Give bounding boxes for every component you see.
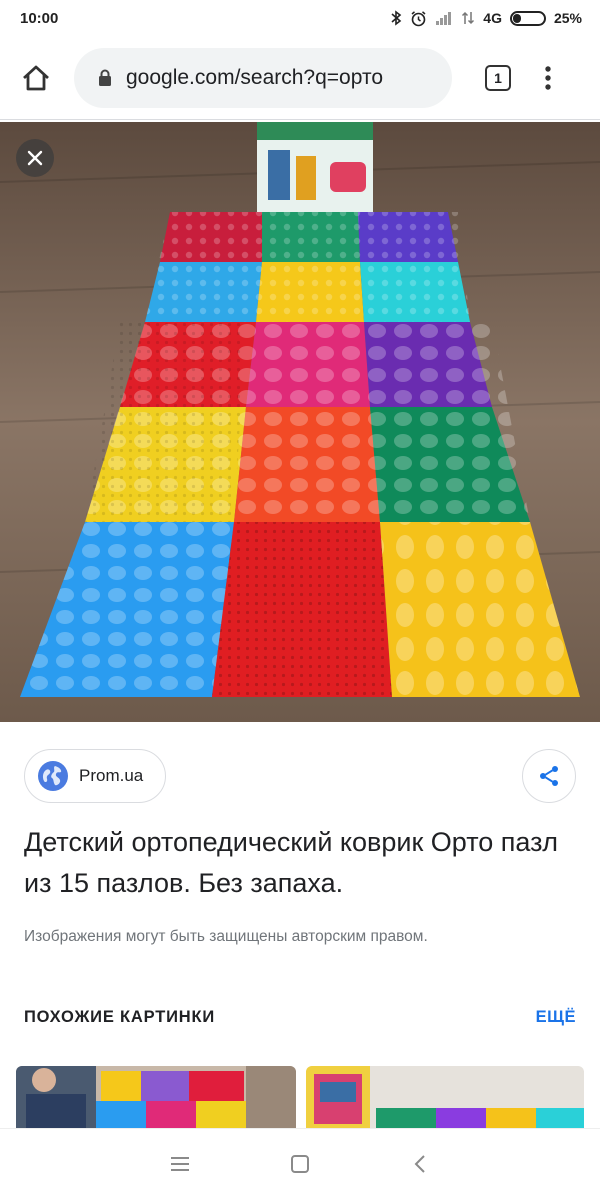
home-nav-button[interactable] <box>240 1134 360 1194</box>
signal-icon <box>435 11 453 25</box>
bluetooth-icon <box>390 10 402 26</box>
back-button[interactable] <box>360 1134 480 1194</box>
source-row: Prom.ua <box>24 748 576 804</box>
url-text[interactable]: google.com/search?q=орто <box>126 66 383 90</box>
more-vert-icon <box>545 65 551 90</box>
lock-icon <box>98 69 112 87</box>
menu-icon <box>171 1157 189 1171</box>
tab-count: 1 <box>485 64 511 91</box>
omnibox[interactable]: google.com/search?q=орто <box>74 47 452 108</box>
overflow-menu-button[interactable] <box>528 54 568 102</box>
home-icon <box>23 65 49 90</box>
puzzle-mat-photo <box>0 122 600 722</box>
tab-switcher-button[interactable]: 1 <box>474 54 522 102</box>
related-thumbnail[interactable] <box>306 1066 584 1130</box>
data-transfer-icon <box>461 11 475 25</box>
source-name: Prom.ua <box>79 766 144 785</box>
share-button[interactable] <box>522 749 576 803</box>
main-image[interactable] <box>0 122 600 722</box>
battery-icon <box>509 10 546 26</box>
share-icon <box>540 766 558 786</box>
alarm-icon <box>410 10 427 27</box>
square-icon <box>291 1155 309 1173</box>
network-type: 4G <box>483 10 502 26</box>
close-button[interactable] <box>16 139 54 177</box>
system-nav-bar <box>0 1128 600 1199</box>
status-time: 10:00 <box>20 9 59 27</box>
related-header: ПОХОЖИЕ КАРТИНКИ ЕЩЁ <box>24 1008 576 1027</box>
close-icon <box>27 150 43 166</box>
recents-button[interactable] <box>120 1134 240 1194</box>
source-chip[interactable]: Prom.ua <box>24 749 167 803</box>
related-title: ПОХОЖИЕ КАРТИНКИ <box>24 1008 215 1026</box>
status-bar: 10:00 4G 25% <box>0 0 600 36</box>
battery-level: 25% <box>553 10 582 26</box>
browser-toolbar: google.com/search?q=орто 1 <box>0 36 600 120</box>
related-more-link[interactable]: ЕЩЁ <box>536 1008 576 1027</box>
status-icons: 4G 25% <box>390 10 582 27</box>
related-thumbnails <box>16 1066 584 1130</box>
related-thumbnail[interactable] <box>16 1066 296 1130</box>
copyright-notice: Изображения могут быть защищены авторски… <box>24 928 428 945</box>
home-button[interactable] <box>12 54 60 102</box>
result-title[interactable]: Детский ортопедический коврик Орто пазл … <box>24 822 584 904</box>
back-chevron-icon <box>414 1155 425 1173</box>
globe-icon <box>38 761 68 791</box>
